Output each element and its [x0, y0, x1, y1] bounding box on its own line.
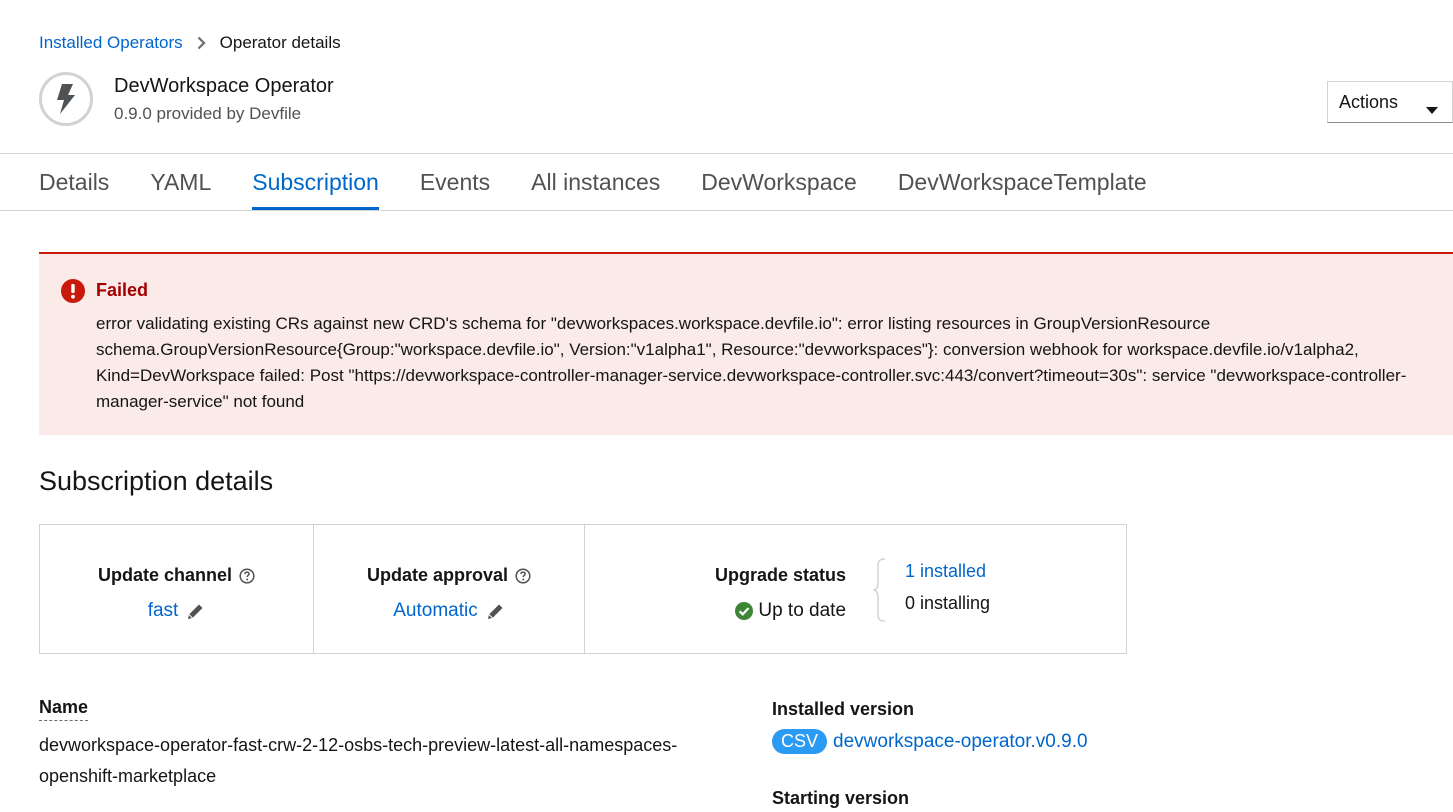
installed-count-link[interactable]: 1 installed: [905, 561, 990, 582]
upgrade-status-text: Up to date: [758, 600, 847, 621]
operator-logo: [39, 72, 93, 126]
installed-version-label: Installed version: [772, 699, 915, 719]
tab-all-instances[interactable]: All instances: [531, 154, 660, 210]
caret-down-icon: [1426, 99, 1438, 120]
pencil-icon[interactable]: [186, 602, 205, 621]
operator-name: DevWorkspace Operator: [114, 75, 334, 97]
exclamation-circle-icon: [61, 279, 85, 308]
update-approval-link[interactable]: Automatic: [393, 600, 477, 622]
operator-header: DevWorkspace Operator 0.9.0 provided by …: [39, 72, 334, 126]
update-channel-label-text: Update channel: [97, 565, 233, 585]
installed-version-value: CSV devworkspace-operator.v0.9.0: [772, 729, 1088, 754]
csv-badge: CSV: [772, 729, 828, 754]
tabs: Details YAML Subscription Events All ins…: [39, 154, 1188, 210]
name-label[interactable]: Name: [39, 697, 89, 721]
upgrade-status-card: Upgrade status Up to date 1 installed 0 …: [585, 525, 1126, 653]
pencil-icon[interactable]: [486, 602, 505, 621]
subscription-name-value: devworkspace-operator-fast-crw-2-12-osbs…: [39, 735, 678, 786]
tab-subscription[interactable]: Subscription: [252, 154, 379, 210]
starting-version-label: Starting version: [772, 788, 910, 808]
alert-message: error validating existing CRs against ne…: [96, 314, 1407, 411]
update-channel-label: Update channel: [98, 565, 255, 586]
tab-devworkspacetemplate[interactable]: DevWorkspaceTemplate: [898, 154, 1147, 210]
update-channel-value[interactable]: fast: [148, 600, 206, 622]
upgrade-counts: 1 installed 0 installing: [905, 561, 990, 625]
breadcrumb-current: Operator details: [219, 33, 341, 52]
tab-yaml[interactable]: YAML: [150, 154, 211, 210]
actions-dropdown[interactable]: Actions: [1327, 81, 1453, 123]
tab-devworkspace[interactable]: DevWorkspace: [701, 154, 857, 210]
breadcrumb: Installed Operators Operator details: [39, 33, 341, 53]
update-approval-value[interactable]: Automatic: [393, 600, 504, 622]
update-approval-card: Update approval Automatic: [314, 525, 585, 653]
error-alert: Failed error validating existing CRs aga…: [39, 252, 1453, 435]
brace-divider: [871, 558, 887, 627]
tab-events[interactable]: Events: [420, 154, 490, 210]
bolt-icon: [57, 84, 75, 114]
operator-provider: 0.9.0 provided by Devfile: [114, 104, 302, 123]
question-circle-icon[interactable]: [515, 567, 531, 584]
breadcrumb-installed-operators-link[interactable]: Installed Operators: [39, 33, 183, 53]
section-title: Subscription details: [39, 466, 274, 496]
check-circle-icon: [735, 602, 754, 620]
update-channel-card: Update channel fast: [40, 525, 314, 653]
question-circle-icon[interactable]: [239, 567, 255, 584]
installed-version-link[interactable]: devworkspace-operator.v0.9.0: [833, 731, 1088, 753]
update-approval-label-text: Update approval: [366, 565, 509, 585]
chevron-right-icon: [197, 36, 206, 50]
tab-bar: Details YAML Subscription Events All ins…: [0, 153, 1453, 211]
tab-details[interactable]: Details: [39, 154, 109, 210]
update-channel-link[interactable]: fast: [148, 600, 179, 622]
upgrade-status-value: Up to date: [735, 600, 846, 622]
installing-count: 0 installing: [905, 593, 991, 613]
operator-title-block: DevWorkspace Operator 0.9.0 provided by …: [114, 74, 334, 124]
actions-label: Actions: [1339, 91, 1399, 112]
update-approval-label: Update approval: [367, 565, 531, 586]
alert-title: Failed: [96, 280, 149, 300]
upgrade-status-label: Upgrade status: [715, 565, 847, 585]
subscription-cards: Update channel fast Update approval Auto…: [39, 524, 1127, 654]
